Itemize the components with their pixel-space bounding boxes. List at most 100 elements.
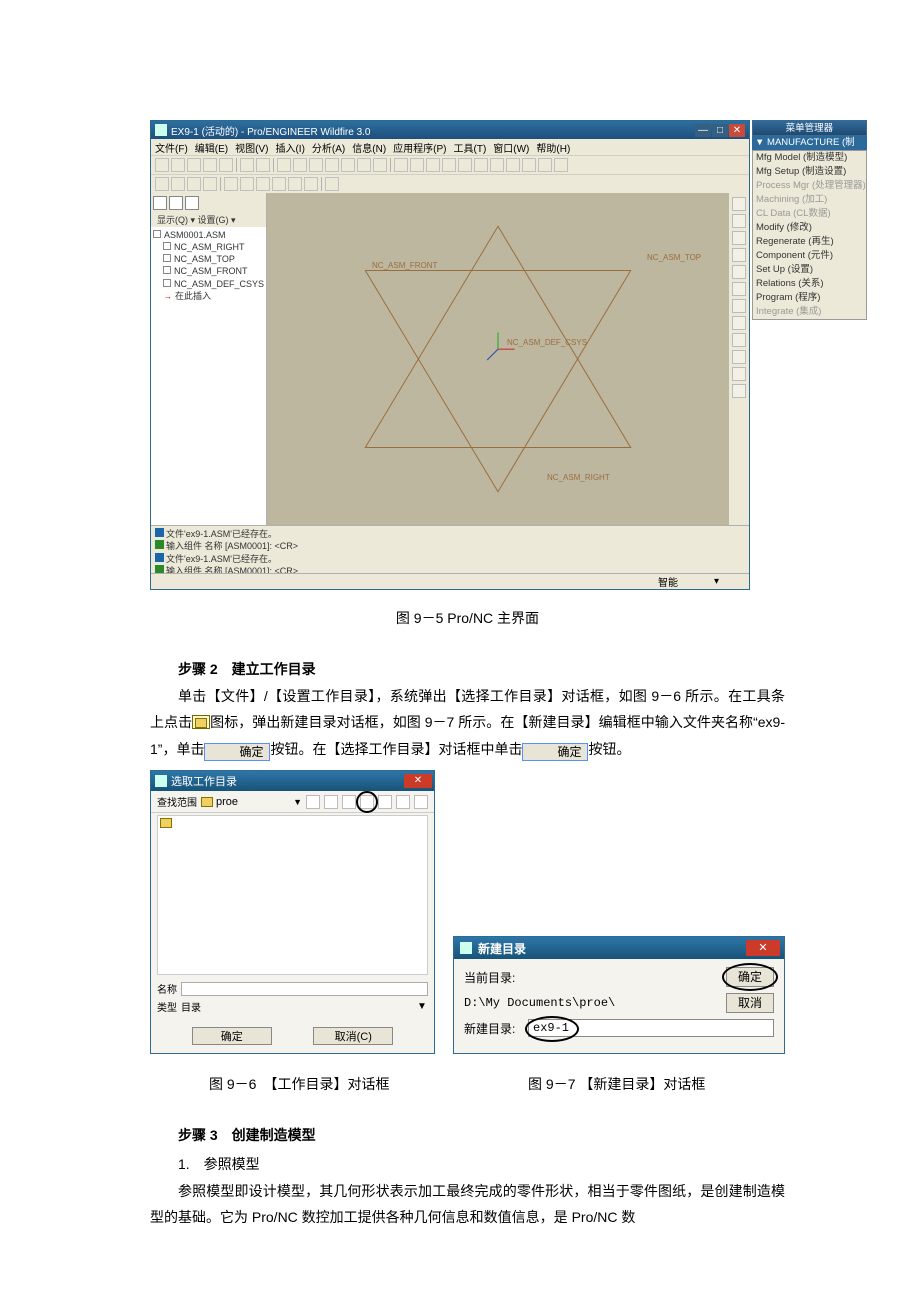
tb-redo-icon[interactable] — [256, 158, 270, 172]
rtb-icon[interactable] — [732, 384, 746, 398]
tb-save-icon[interactable] — [187, 158, 201, 172]
menu-window[interactable]: 窗口(W) — [493, 140, 529, 155]
type-dropdown-icon[interactable]: ▼ — [416, 1001, 428, 1012]
menu-analysis[interactable]: 分析(A) — [312, 140, 345, 155]
tb-pan-icon[interactable] — [506, 158, 520, 172]
tb-zoomin-icon[interactable] — [458, 158, 472, 172]
menu-view[interactable]: 视图(V) — [235, 140, 268, 155]
tb-views-icon[interactable] — [522, 158, 536, 172]
menu-manager-item[interactable]: Component (元件) — [753, 249, 866, 263]
tb-sel-icon[interactable] — [426, 158, 440, 172]
tb-persp-icon[interactable] — [224, 177, 238, 191]
look-in-field[interactable]: proe — [201, 796, 238, 808]
tree-tb1-icon[interactable] — [153, 196, 167, 210]
list-item[interactable] — [160, 818, 425, 828]
menu-info[interactable]: 信息(N) — [352, 140, 386, 155]
tree-tb2-icon[interactable] — [169, 196, 183, 210]
dropdown-icon[interactable]: ▼ — [293, 797, 302, 807]
menu-tools[interactable]: 工具(T) — [454, 140, 487, 155]
tb-layers-icon[interactable] — [554, 158, 568, 172]
tool-icon[interactable] — [378, 795, 392, 809]
tree-item[interactable]: NC_ASM_FRONT — [153, 265, 264, 277]
tb-saveview-icon[interactable] — [538, 158, 552, 172]
tb-undo-icon[interactable] — [240, 158, 254, 172]
home-icon[interactable] — [324, 795, 338, 809]
rtb-icon[interactable] — [732, 248, 746, 262]
tb-rot-icon[interactable] — [490, 158, 504, 172]
menu-manager-item[interactable]: Program (程序) — [753, 291, 866, 305]
menu-app[interactable]: 应用程序(P) — [393, 140, 446, 155]
dlg96-file-list[interactable] — [157, 815, 428, 975]
tb-mail-icon[interactable] — [219, 158, 233, 172]
detail-view-icon[interactable] — [414, 795, 428, 809]
tb-paste-icon[interactable] — [309, 158, 323, 172]
list-view-icon[interactable] — [396, 795, 410, 809]
tb-wire-icon[interactable] — [155, 177, 169, 191]
menu-insert[interactable]: 插入(I) — [275, 140, 304, 155]
tb-nohidden-icon[interactable] — [187, 177, 201, 191]
tb-open-icon[interactable] — [171, 158, 185, 172]
graphics-canvas[interactable]: NC_ASM_TOP NC_ASM_FRONT NC_ASM_DEF_CSYS … — [267, 193, 729, 525]
new-folder-icon[interactable] — [360, 795, 374, 809]
tb-zoomout-icon[interactable] — [474, 158, 488, 172]
menu-manager-item[interactable]: Mfg Setup (制造设置) — [753, 165, 866, 179]
dlg97-cancel-button[interactable]: 取消 — [726, 993, 774, 1013]
rtb-icon[interactable] — [732, 367, 746, 381]
status-mode[interactable]: 智能 — [658, 574, 678, 589]
tb-help-icon[interactable] — [325, 177, 339, 191]
dlg96-cancel-button[interactable]: 取消(C) — [313, 1027, 393, 1045]
menu-manager-item[interactable]: Regenerate (再生) — [753, 235, 866, 249]
tb-btn1-icon[interactable] — [325, 158, 339, 172]
tree-item[interactable]: NC_ASM_RIGHT — [153, 241, 264, 253]
tb-refit-icon[interactable] — [240, 177, 254, 191]
rtb-icon[interactable] — [732, 299, 746, 313]
menu-edit[interactable]: 编辑(E) — [195, 140, 228, 155]
rtb-icon[interactable] — [732, 214, 746, 228]
status-dropdown-icon[interactable]: ▾ — [714, 576, 719, 587]
tree-item[interactable]: NC_ASM_TOP — [153, 253, 264, 265]
tb-regen-icon[interactable] — [394, 158, 408, 172]
tb-csys-icon[interactable] — [304, 177, 318, 191]
tb-copy-icon[interactable] — [293, 158, 307, 172]
dlg96-ok-button[interactable]: 确定 — [192, 1027, 272, 1045]
tree-item[interactable]: NC_ASM_DEF_CSYS — [153, 278, 264, 290]
dlg97-close-button[interactable]: ✕ — [746, 940, 780, 956]
tb-btn3-icon[interactable] — [357, 158, 371, 172]
menu-file[interactable]: 文件(F) — [155, 140, 188, 155]
tb-hidden-icon[interactable] — [171, 177, 185, 191]
tb-cut-icon[interactable] — [277, 158, 291, 172]
tree-insert[interactable]: →在此插入 — [153, 290, 264, 302]
name-input[interactable] — [181, 982, 428, 996]
dlg97-ok-button[interactable]: 确定 — [726, 967, 774, 987]
tb-plane-icon[interactable] — [256, 177, 270, 191]
tb-pt-icon[interactable] — [288, 177, 302, 191]
tree-root[interactable]: ASM0001.ASM — [153, 229, 264, 241]
rtb-icon[interactable] — [732, 265, 746, 279]
dlg96-close-button[interactable]: ✕ — [404, 774, 432, 788]
tree-tb3-icon[interactable] — [185, 196, 199, 210]
up-dir-icon[interactable] — [306, 795, 320, 809]
tb-shade-icon[interactable] — [203, 177, 217, 191]
tb-btn4-icon[interactable] — [373, 158, 387, 172]
menu-manager-item[interactable]: Relations (关系) — [753, 277, 866, 291]
rtb-icon[interactable] — [732, 316, 746, 330]
tb-new-icon[interactable] — [155, 158, 169, 172]
menu-help[interactable]: 帮助(H) — [536, 140, 570, 155]
menu-manager-item[interactable]: Modify (修改) — [753, 221, 866, 235]
rtb-icon[interactable] — [732, 333, 746, 347]
new-dir-input[interactable] — [528, 1019, 774, 1037]
menu-manager-item[interactable]: Mfg Model (制造模型) — [753, 151, 866, 165]
close-button[interactable]: ✕ — [729, 124, 745, 137]
tb-zoomall-icon[interactable] — [442, 158, 456, 172]
rtb-icon[interactable] — [732, 282, 746, 296]
tb-btn2-icon[interactable] — [341, 158, 355, 172]
tree-settings[interactable]: 显示(Q) ▾ 设置(G) ▾ — [151, 213, 266, 227]
minimize-button[interactable]: — — [695, 124, 711, 137]
favorite-icon[interactable] — [342, 795, 356, 809]
rtb-icon[interactable] — [732, 197, 746, 211]
tb-find-icon[interactable] — [410, 158, 424, 172]
tb-print-icon[interactable] — [203, 158, 217, 172]
tb-axis-icon[interactable] — [272, 177, 286, 191]
rtb-icon[interactable] — [732, 350, 746, 364]
rtb-icon[interactable] — [732, 231, 746, 245]
